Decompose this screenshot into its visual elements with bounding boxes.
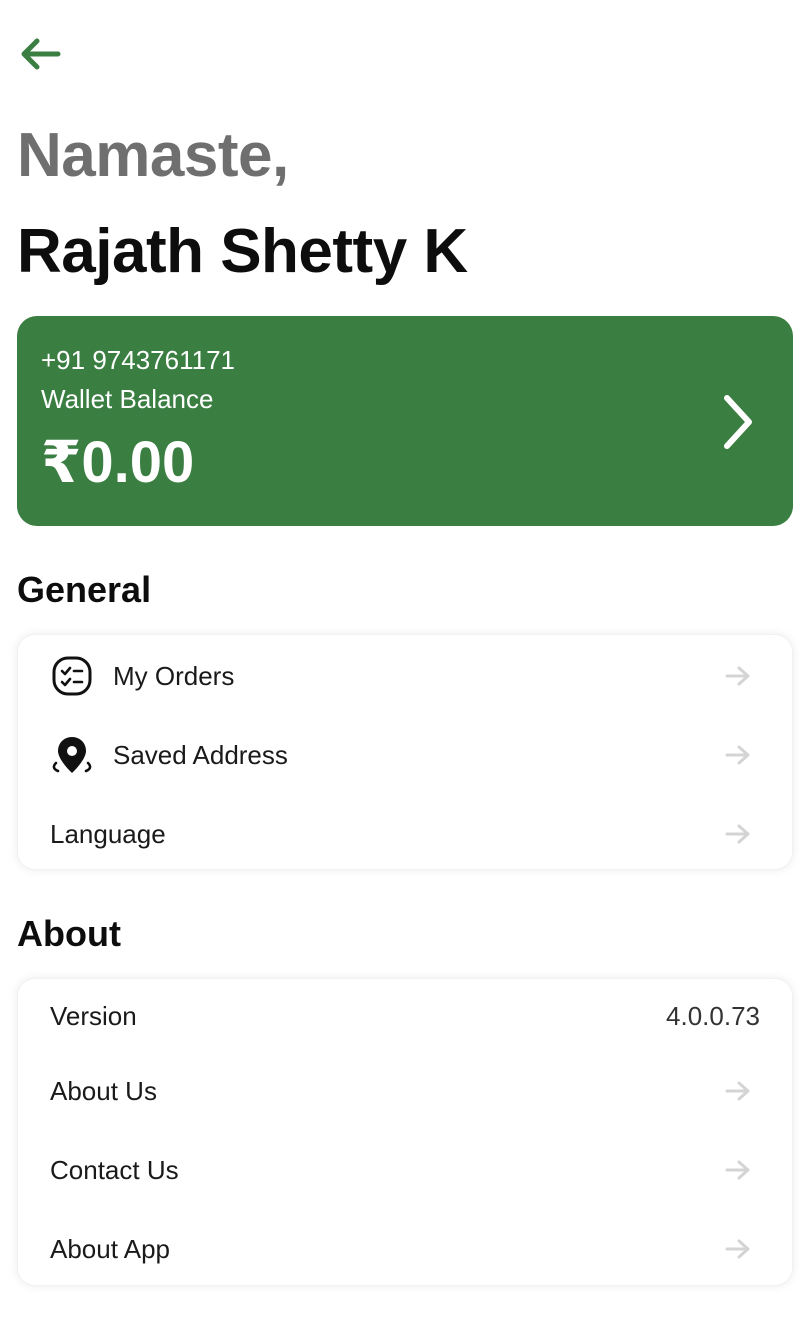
back-button[interactable]	[14, 30, 66, 78]
about-section-title: About	[17, 913, 121, 954]
menu-item-my-orders[interactable]: My Orders	[18, 646, 792, 706]
orders-checklist-icon	[50, 654, 94, 698]
wallet-balance-label: Wallet Balance	[41, 384, 214, 414]
wallet-card[interactable]: +91 9743761171 Wallet Balance ₹0.00	[17, 316, 793, 526]
menu-item-label: Language	[50, 819, 166, 849]
arrow-right-icon	[725, 1160, 750, 1180]
back-arrow-icon	[21, 38, 61, 70]
menu-item-label: Saved Address	[113, 740, 288, 770]
arrow-right-icon	[725, 666, 750, 686]
general-card: My Orders Saved Address Language	[17, 634, 793, 870]
menu-item-contact-us[interactable]: Contact Us	[18, 1140, 792, 1200]
menu-item-label: About App	[50, 1234, 170, 1264]
version-row: Version 4.0.0.73	[18, 986, 792, 1046]
arrow-right-icon	[725, 824, 750, 844]
wallet-phone-number: +91 9743761171	[41, 345, 235, 375]
menu-item-label: About Us	[50, 1076, 157, 1106]
menu-item-about-us[interactable]: About Us	[18, 1061, 792, 1121]
menu-item-about-app[interactable]: About App	[18, 1219, 792, 1279]
menu-item-label: Contact Us	[50, 1155, 179, 1185]
location-pin-icon	[50, 733, 94, 777]
version-label: Version	[50, 1001, 137, 1031]
arrow-right-icon	[725, 1239, 750, 1259]
menu-item-saved-address[interactable]: Saved Address	[18, 725, 792, 785]
user-name: Rajath Shetty K	[17, 217, 468, 286]
wallet-balance-amount: ₹0.00	[41, 430, 195, 495]
menu-item-language[interactable]: Language	[18, 804, 792, 864]
arrow-right-icon	[725, 745, 750, 765]
menu-item-label: My Orders	[113, 661, 235, 691]
chevron-right-icon	[724, 395, 752, 449]
arrow-right-icon	[725, 1081, 750, 1101]
version-value: 4.0.0.73	[666, 1001, 760, 1031]
general-section-title: General	[17, 569, 152, 610]
greeting-text: Namaste,	[17, 121, 289, 190]
about-card: Version 4.0.0.73 About Us Contact Us Abo…	[17, 978, 793, 1286]
